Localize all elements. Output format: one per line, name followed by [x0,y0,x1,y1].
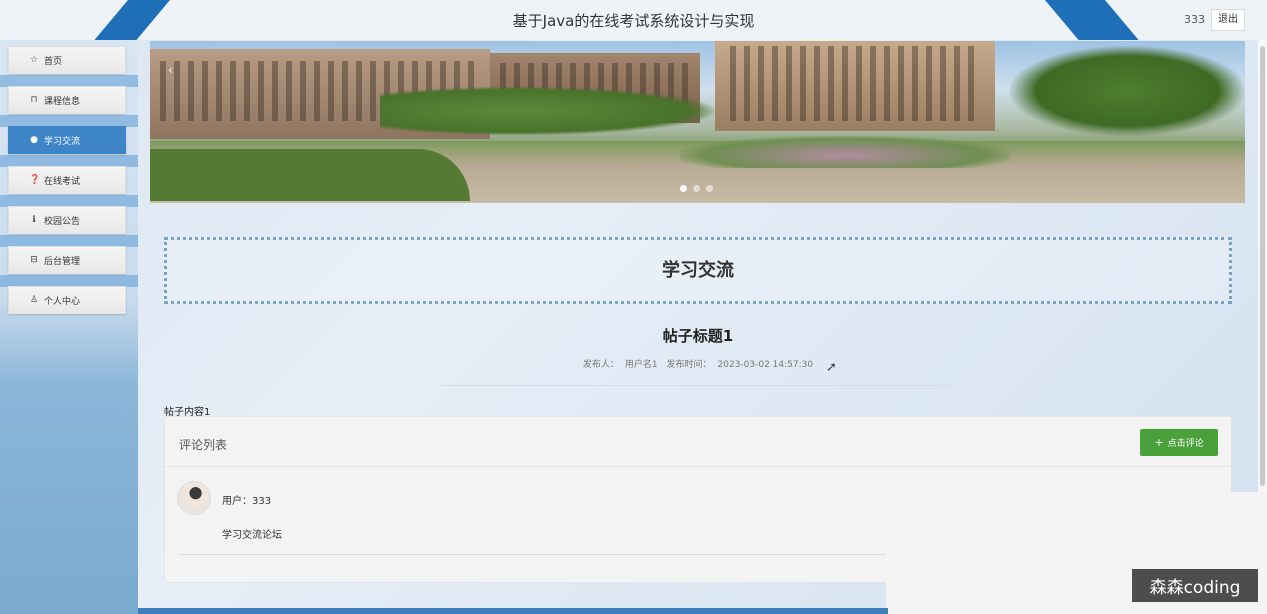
top-header: 基于Java的在线考试系统设计与实现 333 退出 [0,0,1267,40]
sidebar: ☆ 首页 ⊓ 课程信息 ● 学习交流 ❓ 在线考试 ℹ 校园公告 ⊟ 后台管理 … [0,40,138,614]
sidebar-item-label: 学习交流 [44,136,81,147]
section-title: 学习交流 [164,237,1232,304]
user-icon: ♙ [29,295,39,305]
carousel-dot[interactable] [693,185,700,192]
post-time: 2023-03-02 14:57:30 [717,360,814,370]
bottom-bar [138,608,888,614]
comments-panel-header: 评论列表 + 点击评论 [165,417,1231,467]
banner-windows [730,46,980,121]
sidebar-item-online-exam[interactable]: ❓ 在线考试 [8,166,126,194]
comment-user: 用户：333 [222,492,271,507]
sidebar-item-campus-notice[interactable]: ℹ 校园公告 [8,206,126,234]
comment-user-name: 333 [252,496,272,507]
sidebar-item-study-exchange[interactable]: ● 学习交流 [8,126,126,154]
mouse-cursor-icon: ➚ [826,360,837,375]
sidebar-item-course-info[interactable]: ⊓ 课程信息 [8,86,126,114]
carousel-dot[interactable] [706,185,713,192]
avatar [177,481,211,515]
post-time-label: 发布时间： [666,360,712,370]
post-title: 帖子标题1 [662,327,734,345]
sidebar-item-profile[interactable]: ♙ 个人中心 [8,286,126,314]
page-scrollbar-thumb[interactable] [1260,46,1265,486]
sidebar-item-label: 后台管理 [44,256,81,267]
question-icon: ❓ [29,175,41,185]
banner-trees [1010,46,1245,136]
post-author-label: 发布人： [582,360,619,370]
comment-divider [179,554,889,555]
sidebar-item-home[interactable]: ☆ 首页 [8,46,126,74]
post-author: 用户名1 [624,360,658,370]
sidebar-item-admin[interactable]: ⊟ 后台管理 [8,246,126,274]
circle-icon: ● [30,135,38,145]
carousel-prev-icon[interactable]: ‹ [168,63,173,77]
sidebar-item-label: 首页 [44,56,63,67]
info-icon: ℹ [32,215,36,225]
add-comment-label: 点击评论 [1167,439,1204,449]
username-display: 333 [1184,13,1205,26]
sidebar-item-label: 课程信息 [44,96,81,107]
banner-flowerbed [680,136,1010,168]
sidebar-item-label: 在线考试 [44,176,81,187]
watermark: 森森coding [1132,569,1258,602]
logout-button[interactable]: 退出 [1211,9,1245,31]
carousel-indicators [680,185,713,192]
comment-user-label: 用户： [222,496,252,507]
post-meta: 发布人： 用户名1 发布时间： 2023-03-02 14:57:30 [164,357,1232,370]
star-icon: ☆ [29,55,39,65]
sidebar-item-label: 校园公告 [44,216,81,227]
briefcase-icon: ⊟ [30,255,38,265]
banner-trees [380,86,720,136]
page-title: 基于Java的在线考试系统设计与实现 [512,12,755,30]
lock-icon: ⊓ [30,95,38,105]
add-comment-button[interactable]: + 点击评论 [1140,429,1218,456]
banner-carousel[interactable]: ‹ [150,41,1245,203]
carousel-dot[interactable] [680,185,687,192]
comments-heading: 评论列表 [179,438,228,452]
post-divider [440,385,950,386]
sidebar-item-label: 个人中心 [44,296,81,307]
banner-hedge [150,149,470,201]
comment-text: 学习交流论坛 [222,530,282,541]
plus-icon: + [1154,436,1164,449]
